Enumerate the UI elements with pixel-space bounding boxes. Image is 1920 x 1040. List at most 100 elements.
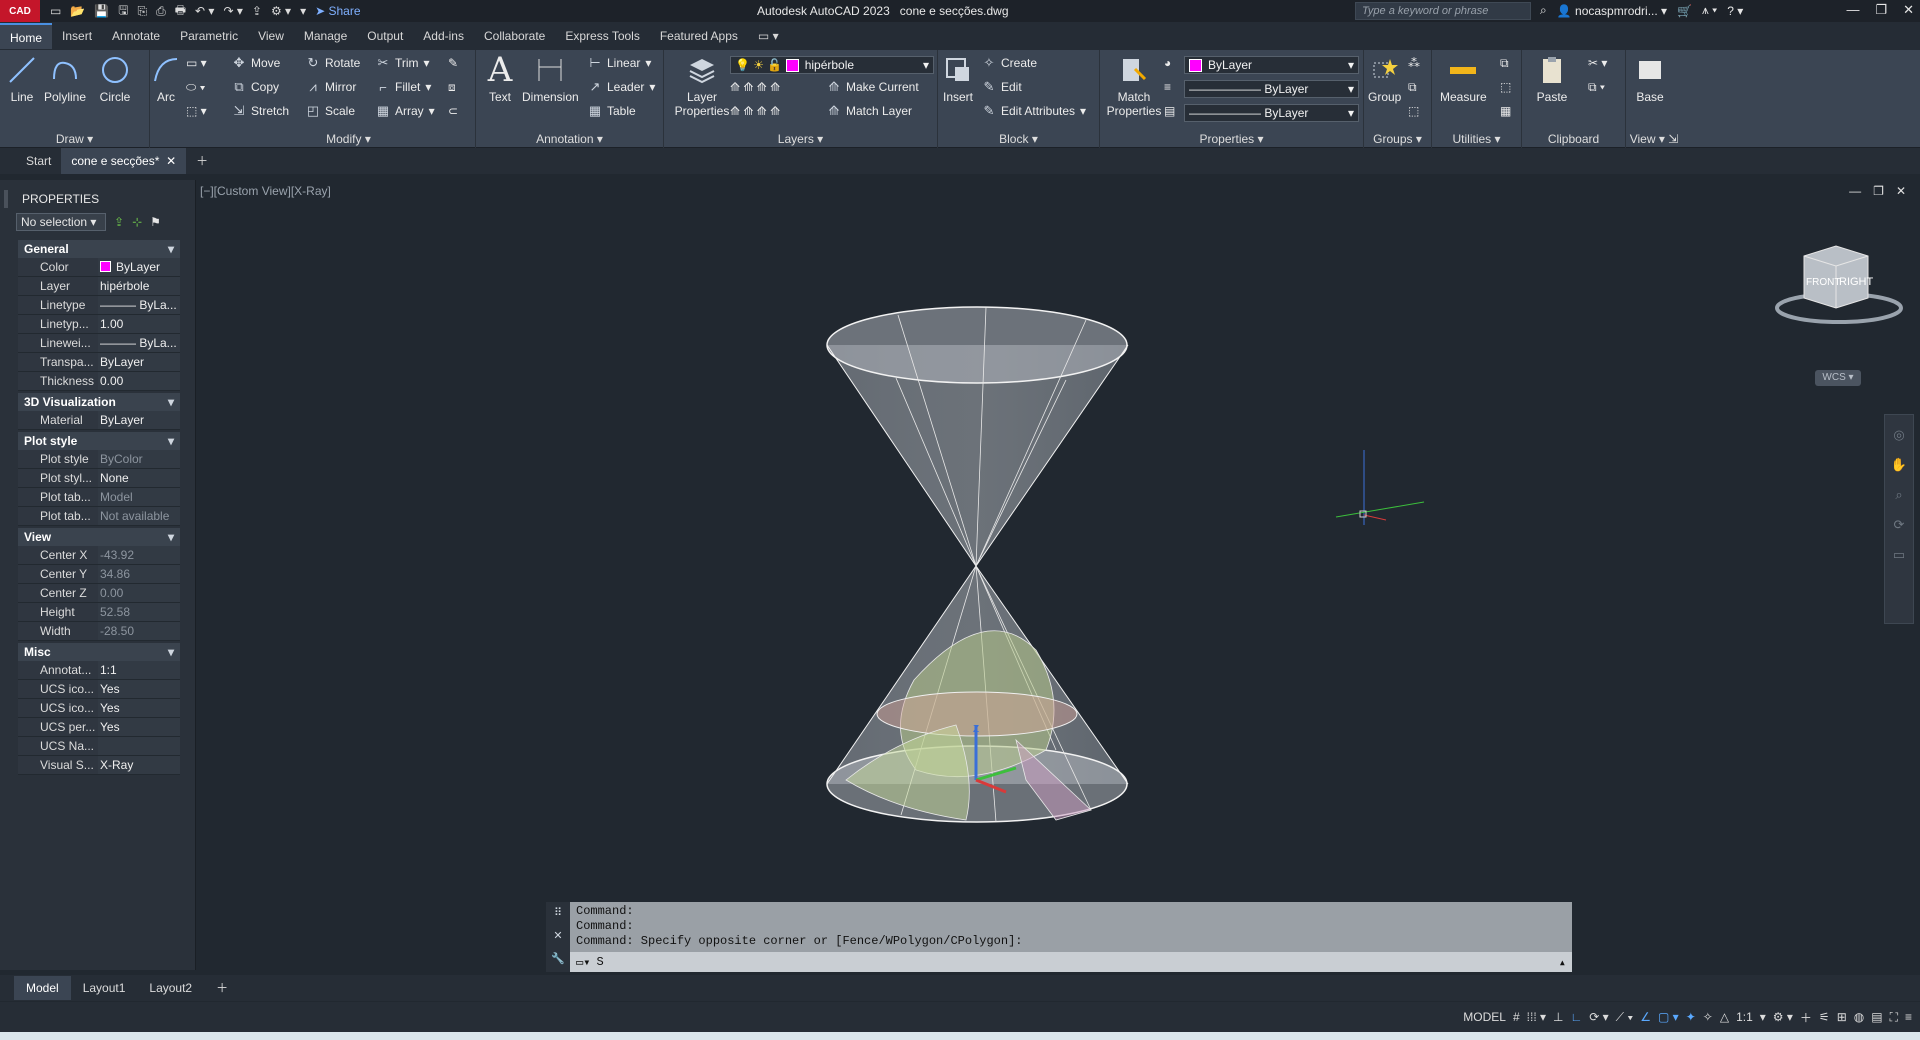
- color-dropdown[interactable]: ByLayer ▾: [1184, 56, 1359, 74]
- showmotion-icon[interactable]: ▭: [1893, 547, 1905, 563]
- tab-featured-apps[interactable]: Featured Apps: [650, 23, 748, 49]
- clipboard-panel-label[interactable]: Clipboard: [1522, 132, 1625, 146]
- property-row[interactable]: Center X -43.92: [18, 546, 180, 565]
- minimize-icon[interactable]: —: [1846, 2, 1859, 18]
- property-value[interactable]: 52.58: [98, 603, 180, 621]
- lineweight-dropdown[interactable]: —————— ByLayer ▾: [1184, 104, 1359, 122]
- property-value[interactable]: 0.00: [98, 584, 180, 602]
- draw-panel-label[interactable]: Draw ▾: [0, 132, 149, 146]
- property-value[interactable]: 0.00: [98, 372, 180, 390]
- tab-annotate[interactable]: Annotate: [102, 23, 170, 49]
- tab-parametric[interactable]: Parametric: [170, 23, 248, 49]
- customization-icon[interactable]: ≡: [1905, 1010, 1912, 1024]
- modify-panel-label[interactable]: Modify ▾: [222, 132, 475, 146]
- property-value[interactable]: Not available: [98, 507, 180, 525]
- match-layer-button[interactable]: ⟰ Match Layer: [827, 103, 912, 118]
- tab-active-drawing[interactable]: cone e secções* ✕: [61, 148, 187, 174]
- rectangle-icon[interactable]: ▭ ▾: [186, 56, 207, 70]
- property-row[interactable]: UCS ico... Yes: [18, 699, 180, 718]
- property-row[interactable]: Annotat... 1:1: [18, 661, 180, 680]
- trim-button[interactable]: ✂ Trim ▾: [376, 55, 430, 70]
- select-all-icon[interactable]: ⬚: [1500, 80, 1511, 94]
- orbit-icon[interactable]: ⟳: [1894, 517, 1905, 533]
- property-row[interactable]: UCS ico... Yes: [18, 680, 180, 699]
- layer-properties-button[interactable]: Layer Properties: [668, 54, 736, 118]
- units-icon[interactable]: ⚟: [1819, 1010, 1830, 1024]
- restore-icon[interactable]: ❐: [1875, 2, 1887, 18]
- wcs-menu[interactable]: WCS ▾: [1815, 370, 1861, 386]
- property-row[interactable]: Transpa... ByLayer: [18, 353, 180, 372]
- cut-icon[interactable]: ✂ ▾: [1588, 56, 1607, 70]
- utilities-panel-label[interactable]: Utilities ▾: [1432, 132, 1521, 146]
- isodraft-icon[interactable]: ⟋ ▾: [1616, 1010, 1634, 1025]
- quick-properties-icon[interactable]: ⊞: [1837, 1010, 1847, 1024]
- customize-qat-icon[interactable]: ▾: [300, 4, 306, 18]
- scale-button[interactable]: ◰ Scale: [306, 103, 355, 118]
- layout-tab-layout2[interactable]: Layout2: [137, 976, 204, 1000]
- add-layout-button[interactable]: ＋: [204, 976, 240, 1000]
- circle-button[interactable]: Circle: [99, 54, 131, 104]
- search-icon[interactable]: ⌕: [1540, 3, 1547, 18]
- property-value[interactable]: Model: [98, 488, 180, 506]
- grid-icon[interactable]: #: [1513, 1010, 1520, 1024]
- copy-clip-icon[interactable]: ⧉ ▾: [1588, 80, 1605, 95]
- pan-icon[interactable]: ✋: [1891, 457, 1907, 473]
- property-row[interactable]: Thickness 0.00: [18, 372, 180, 391]
- layer-tools-row2[interactable]: ⟰ ⟰ ⟰ ⟰: [730, 104, 780, 118]
- property-row[interactable]: Linetyp... 1.00: [18, 315, 180, 334]
- history-toggle-icon[interactable]: ▴: [1559, 955, 1566, 970]
- drawing-viewport[interactable]: Z FRONT RIGHT: [196, 180, 1920, 970]
- property-value[interactable]: Yes: [98, 699, 180, 717]
- property-row[interactable]: Material ByLayer: [18, 411, 180, 430]
- hardware-accel-icon[interactable]: ▤: [1871, 1010, 1882, 1024]
- property-row[interactable]: Layer hipérbole: [18, 277, 180, 296]
- property-value[interactable]: None: [98, 469, 180, 487]
- offset-icon[interactable]: ⊂: [448, 104, 458, 118]
- property-row[interactable]: UCS Na...: [18, 737, 180, 756]
- tab-home[interactable]: Home: [0, 23, 53, 49]
- move-button[interactable]: ✥ Move: [232, 55, 281, 70]
- property-row[interactable]: Plot tab... Model: [18, 488, 180, 507]
- annotation-visibility-icon[interactable]: ✦: [1686, 1010, 1696, 1024]
- layer-tools-row1[interactable]: ⟰ ⟰ ⟰ ⟰: [730, 80, 780, 94]
- save-icon[interactable]: 💾: [94, 4, 109, 18]
- property-value[interactable]: 34.86: [98, 565, 180, 583]
- customize-icon[interactable]: 🔧: [551, 952, 565, 965]
- infer-constraints-icon[interactable]: ⊥: [1553, 1010, 1563, 1024]
- explode-icon[interactable]: ⧈: [448, 80, 456, 95]
- command-prompt-icon[interactable]: ▭▾: [576, 955, 590, 970]
- tab-insert[interactable]: Insert: [52, 23, 102, 49]
- property-value[interactable]: ByLayer: [98, 258, 180, 276]
- line-button[interactable]: Line: [6, 54, 38, 104]
- snap-icon[interactable]: ⁞⁞⁞ ▾: [1527, 1010, 1546, 1024]
- section-general[interactable]: General: [18, 240, 180, 258]
- help-search-input[interactable]: Type a keyword or phrase: [1355, 2, 1531, 20]
- ungroup-icon[interactable]: ⁂: [1408, 56, 1420, 70]
- workspace-gear-icon[interactable]: ⚙ ▾: [1773, 1010, 1793, 1024]
- viewcube[interactable]: FRONT RIGHT: [1775, 245, 1903, 324]
- layers-panel-label[interactable]: Layers ▾: [664, 132, 937, 146]
- property-row[interactable]: Width -28.50: [18, 622, 180, 641]
- viewcube-right-face[interactable]: RIGHT: [1839, 276, 1874, 288]
- base-button[interactable]: Base: [1634, 54, 1666, 104]
- close-tab-icon[interactable]: ✕: [166, 154, 176, 168]
- insert-button[interactable]: Insert: [942, 54, 974, 104]
- save-as-icon[interactable]: 🖫: [118, 1, 128, 22]
- linear-button[interactable]: ⊢ Linear ▾: [588, 55, 651, 70]
- property-value[interactable]: ——— ByLa...: [98, 296, 180, 314]
- quick-select-icon[interactable]: ⚑: [150, 215, 161, 229]
- close-command-icon[interactable]: ✕: [553, 929, 562, 942]
- tab-express-tools[interactable]: Express Tools: [555, 23, 649, 49]
- annotation-panel-label[interactable]: Annotation ▾: [476, 132, 663, 146]
- autodesk-icon[interactable]: ⩚ ▾: [1702, 3, 1717, 18]
- block-panel-label[interactable]: Block ▾: [938, 132, 1099, 146]
- make-current-button[interactable]: ⟰ Make Current: [827, 79, 919, 94]
- property-value[interactable]: 1:1: [98, 661, 180, 679]
- plus-icon[interactable]: ＋: [1800, 1009, 1812, 1026]
- command-input[interactable]: ▭▾ S ▴: [570, 952, 1572, 972]
- array-button[interactable]: ▦ Array ▾: [376, 103, 435, 118]
- layer-dropdown[interactable]: 💡 ☀ 🔓 hipérbole ▾: [730, 56, 934, 74]
- viewport-minimize-icon[interactable]: —: [1849, 184, 1861, 198]
- view-panel-label[interactable]: View ▾ ⇲: [1626, 132, 1682, 146]
- selection-dropdown[interactable]: No selection ▾: [16, 213, 106, 231]
